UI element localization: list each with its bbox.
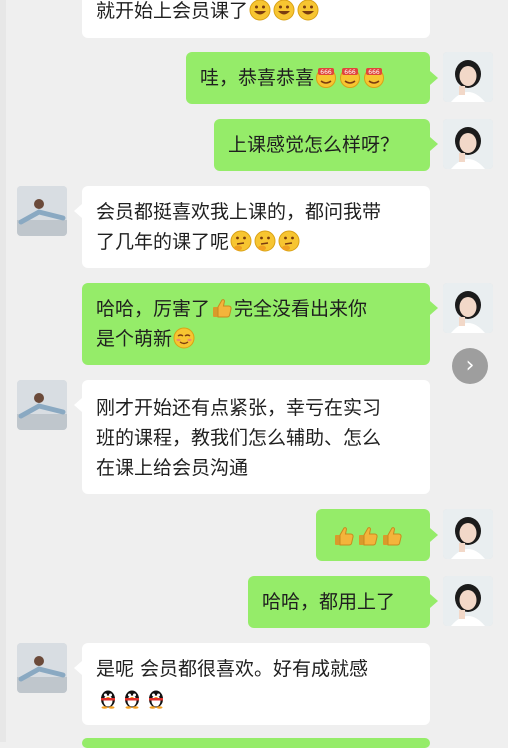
svg-text:666: 666	[368, 69, 380, 76]
bubble-tail	[430, 528, 438, 542]
666-face-icon: 666	[339, 66, 361, 88]
message-text: 哈哈，都用上了	[262, 591, 396, 613]
avatar-contact[interactable]	[17, 186, 67, 236]
avatar-self[interactable]	[443, 52, 493, 102]
blush-icon	[173, 327, 195, 349]
666-face-icon: 666	[363, 66, 385, 88]
message-bubble[interactable]: 是呢 会员都很喜欢。好有成就感	[82, 643, 430, 725]
bubble-tail	[430, 301, 438, 315]
penguin-icon	[97, 687, 119, 709]
bubble-tail	[74, 204, 82, 218]
message-text: 在课上给会员沟通	[96, 457, 249, 479]
svg-text:666: 666	[320, 69, 332, 76]
message-bubble[interactable]	[316, 509, 430, 561]
thinking-icon	[278, 230, 300, 252]
666-face-icon: 666	[315, 66, 337, 88]
message-bubble[interactable]: 哈哈，厉害了 完全没看出来你 是个萌新	[82, 283, 430, 365]
message-text: 上课感觉怎么样呀？	[228, 134, 400, 156]
message-text: 完全没看出来你	[234, 298, 368, 320]
avatar-self[interactable]	[443, 509, 493, 559]
grin-icon	[273, 0, 295, 21]
grin-icon	[297, 0, 319, 21]
bubble-tail	[74, 661, 82, 675]
message-bubble[interactable]: 就开始上会员课了	[82, 0, 430, 38]
thinking-icon	[254, 230, 276, 252]
avatar-contact[interactable]	[17, 643, 67, 693]
message-text: 班的课程，教我们怎么辅助、怎么	[96, 427, 382, 449]
bubble-tail	[430, 137, 438, 151]
message-text: 刚才开始还有点紧张，幸亏在实习	[96, 397, 382, 419]
window-edge	[0, 0, 6, 742]
thumbs-up-icon	[381, 525, 403, 547]
message-text: 会员都挺喜欢我上课的，都问我带	[96, 201, 382, 223]
message-text: 是个萌新	[96, 328, 173, 350]
message-text: 哈哈，厉害了	[96, 298, 211, 320]
message-text: 就开始上会员课了	[96, 0, 249, 22]
message-bubble[interactable]: 会员都挺喜欢我上课的，都问我带 了几年的课了呢	[82, 186, 430, 268]
svg-text:666: 666	[344, 69, 356, 76]
thumbs-up-icon	[211, 297, 233, 319]
message-bubble[interactable]: 哈哈，都用上了	[248, 576, 430, 628]
bubble-tail	[430, 71, 438, 85]
penguin-icon	[145, 687, 167, 709]
avatar-self[interactable]	[443, 283, 493, 333]
next-arrow-button[interactable]: ›	[452, 348, 488, 384]
bubble-tail	[74, 398, 82, 412]
avatar-contact[interactable]	[17, 380, 67, 430]
message-bubble-partial[interactable]	[82, 738, 430, 748]
avatar-self[interactable]	[443, 119, 493, 169]
thumbs-up-icon	[333, 525, 355, 547]
thinking-icon	[230, 230, 252, 252]
message-bubble[interactable]: 哇，恭喜恭喜 666 666 666	[186, 52, 430, 104]
thumbs-up-icon	[357, 525, 379, 547]
message-bubble[interactable]: 上课感觉怎么样呀？	[214, 119, 430, 171]
message-text: 了几年的课了呢	[96, 231, 230, 253]
message-bubble[interactable]: 刚才开始还有点紧张，幸亏在实习 班的课程，教我们怎么辅助、怎么 在课上给会员沟通	[82, 380, 430, 494]
grin-icon	[249, 0, 271, 21]
bubble-tail	[430, 594, 438, 608]
penguin-icon	[121, 687, 143, 709]
message-text: 哇，恭喜恭喜	[200, 67, 315, 89]
message-text: 是呢 会员都很喜欢。好有成就感	[96, 658, 369, 680]
avatar-self[interactable]	[443, 576, 493, 626]
